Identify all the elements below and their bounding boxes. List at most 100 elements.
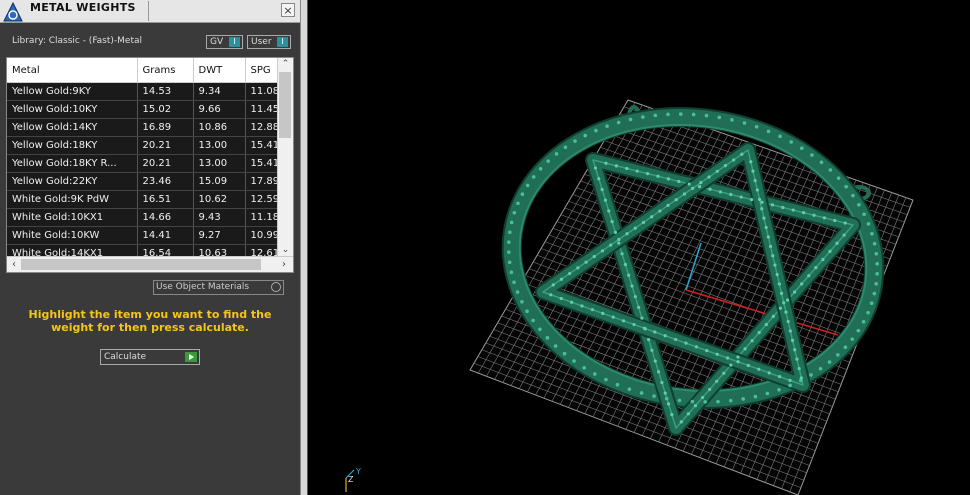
bead	[770, 203, 774, 207]
cell-metal: Yellow Gold:14KY	[7, 118, 138, 137]
bead	[628, 117, 633, 122]
table-horizontal-scrollbar[interactable]: ‹ ›	[7, 256, 293, 272]
bead	[653, 330, 657, 334]
scroll-right-icon[interactable]: ›	[277, 257, 291, 272]
bead	[749, 160, 753, 164]
column-header-spg[interactable]: SPG	[245, 58, 280, 83]
use-object-materials-option[interactable]: Use Object Materials	[153, 280, 284, 295]
use-object-materials-radio-icon[interactable]	[271, 282, 281, 292]
table-row[interactable]: White Gold:10KX1 14.66 9.43 11.18	[7, 208, 280, 227]
bead	[627, 273, 631, 277]
table-row[interactable]: White Gold:9K PdW 16.51 10.62 12.59	[7, 190, 280, 209]
cell-dwt: 9.66	[193, 100, 246, 119]
bead	[545, 336, 550, 340]
cell-grams: 23.46	[137, 172, 194, 191]
user-combo[interactable]: User I	[247, 35, 291, 49]
use-object-materials-label: Use Object Materials	[156, 282, 250, 292]
bead	[729, 192, 733, 197]
bead	[786, 319, 790, 324]
bead	[771, 254, 775, 258]
bead	[862, 212, 866, 217]
bead	[559, 296, 563, 301]
bead	[604, 377, 608, 382]
bead	[736, 360, 740, 364]
bead	[660, 380, 664, 385]
table-vertical-scrollbar[interactable]: ⌃ ⌄	[277, 58, 293, 257]
bead	[785, 298, 790, 302]
cell-spg: 11.08	[245, 82, 280, 101]
bead	[666, 177, 670, 181]
table-row[interactable]: Yellow Gold:18KY 20.21 13.00 15.41	[7, 136, 280, 155]
table-row[interactable]: Yellow Gold:10KY 15.02 9.66 11.45	[7, 100, 280, 119]
bead	[836, 353, 840, 357]
cell-dwt: 9.43	[193, 208, 246, 227]
bead	[570, 300, 574, 304]
bead	[509, 270, 514, 275]
bead	[549, 293, 553, 297]
bead	[666, 402, 671, 406]
scroll-left-icon[interactable]: ‹	[7, 257, 21, 272]
bead	[563, 145, 568, 150]
cell-dwt: 15.09	[193, 172, 246, 191]
table-row[interactable]: Yellow Gold:9KY 14.53 9.34 11.08	[7, 82, 280, 101]
viewport-canvas: Z Y	[345, 99, 914, 495]
bead	[616, 120, 621, 125]
bead	[620, 252, 624, 256]
bead	[572, 359, 576, 363]
3d-viewport[interactable]: Z Y	[308, 0, 970, 495]
table-row[interactable]: Yellow Gold:18KY R... 20.21 13.00 15.41	[7, 154, 280, 173]
bead	[809, 373, 813, 377]
cell-dwt: 9.27	[193, 226, 246, 245]
play-icon	[185, 352, 197, 362]
cell-dwt: 10.62	[193, 190, 246, 209]
cell-grams: 14.53	[137, 82, 194, 101]
panel-splitter[interactable]	[300, 0, 308, 495]
bead	[531, 175, 536, 179]
column-header-grams[interactable]: Grams	[137, 58, 194, 83]
vertical-scroll-thumb[interactable]	[279, 72, 291, 138]
bead	[742, 121, 747, 125]
column-header-dwt[interactable]: DWT	[193, 58, 246, 83]
bead	[828, 249, 832, 253]
bead	[728, 398, 733, 403]
calculate-button[interactable]: Calculate	[100, 349, 200, 365]
bead	[551, 283, 555, 287]
cell-metal: White Gold:10KX1	[7, 208, 138, 227]
bead	[623, 262, 627, 267]
bead	[694, 345, 698, 349]
title-bar: METAL WEIGHTS ×	[0, 0, 300, 23]
user-combo-arrow-icon: I	[277, 37, 288, 47]
bead	[600, 187, 604, 192]
bead	[610, 220, 614, 224]
bead	[729, 363, 733, 367]
bead	[516, 201, 520, 206]
bead	[762, 216, 766, 220]
bead	[875, 272, 879, 276]
bead	[766, 235, 770, 239]
bead	[617, 237, 621, 242]
bead	[861, 319, 866, 324]
bead	[687, 182, 691, 186]
bead	[814, 266, 818, 270]
scroll-up-icon[interactable]: ⌃	[278, 58, 293, 71]
bead	[777, 387, 781, 392]
table-row[interactable]: White Gold:10KW 14.41 9.27 10.99	[7, 226, 280, 245]
bead	[715, 379, 719, 383]
bead	[691, 112, 696, 117]
horizontal-scroll-thumb[interactable]	[21, 259, 261, 270]
close-button[interactable]: ×	[281, 3, 295, 17]
table-row[interactable]: Yellow Gold:14KY 16.89 10.86 12.88	[7, 118, 280, 137]
bead	[703, 400, 708, 404]
bead	[872, 291, 877, 296]
bead	[562, 351, 567, 356]
cell-dwt: 10.86	[193, 118, 246, 137]
cell-spg: 17.89	[245, 172, 280, 191]
bead	[678, 112, 683, 116]
bead	[553, 344, 558, 348]
table-row[interactable]: Yellow Gold:22KY 23.46 15.09 17.89	[7, 172, 280, 191]
bead	[788, 378, 792, 382]
bead	[635, 169, 639, 173]
gv-combo[interactable]: GV I	[206, 35, 243, 49]
bead	[605, 124, 609, 129]
column-header-metal[interactable]: Metal	[7, 58, 138, 83]
